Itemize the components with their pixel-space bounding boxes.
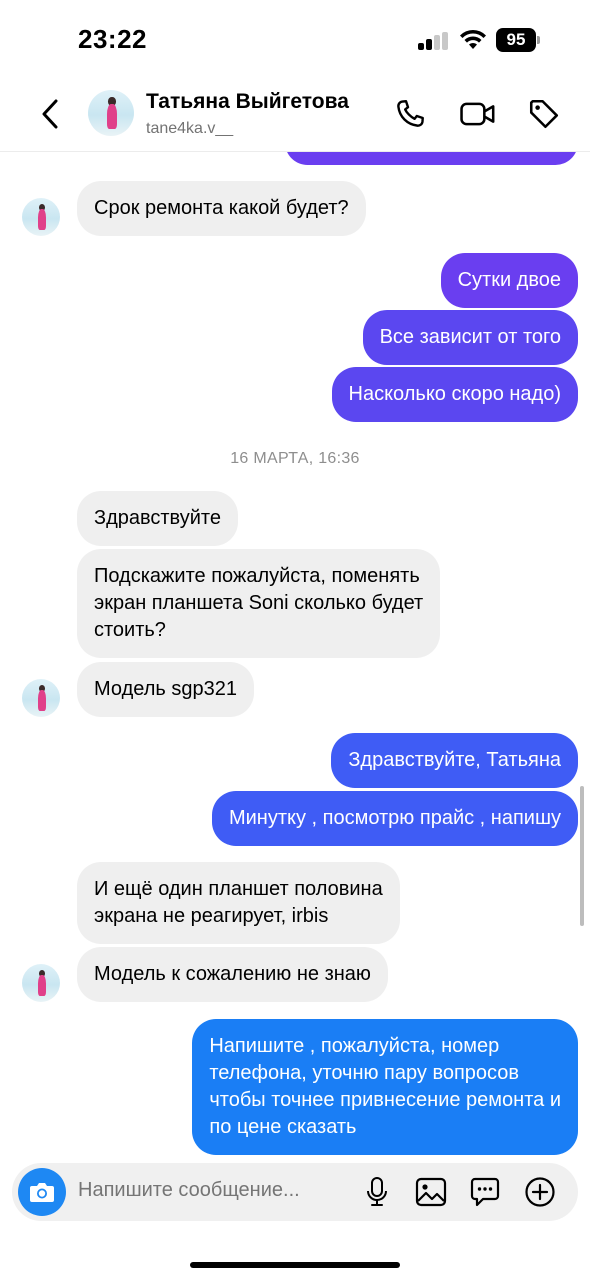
incoming-message[interactable]: Модель sgp321 — [77, 662, 254, 717]
incoming-message[interactable]: Здравствуйте — [77, 491, 238, 546]
contact-username[interactable]: tane4ka.v__ — [146, 120, 233, 138]
camera-icon[interactable] — [18, 1168, 66, 1216]
outgoing-message[interactable]: Насколько скоро надо) — [331, 367, 578, 422]
scrollbar[interactable] — [580, 786, 584, 926]
message-line: экран планшета Soni сколько будет — [94, 592, 424, 614]
plus-icon[interactable] — [523, 1175, 557, 1209]
message-line: Подскажите пожалуйста, поменять — [94, 565, 420, 587]
status-bar: 23:22 95 — [0, 0, 590, 80]
message-line: Напишите , пожалуйста, номер — [209, 1035, 500, 1057]
incoming-message[interactable]: Подскажите пожалуйста, поменять экран пл… — [77, 549, 441, 658]
contact-avatar[interactable] — [88, 90, 134, 136]
outgoing-message[interactable]: Сутки двое — [440, 253, 578, 308]
outgoing-message[interactable]: Все зависит от того — [362, 310, 578, 365]
phone-icon[interactable] — [390, 94, 430, 134]
contact-avatar-small — [22, 964, 60, 1002]
message-line: телефона, уточню пару вопросов — [209, 1062, 520, 1084]
outgoing-message[interactable]: Напишите , пожалуйста, номер телефона, у… — [192, 1019, 578, 1155]
tag-icon[interactable] — [524, 94, 564, 134]
incoming-message[interactable]: Срок ремонта какой будет? — [77, 181, 366, 236]
message-line: И ещё один планшет половина — [94, 878, 383, 900]
gallery-icon[interactable] — [414, 1175, 448, 1209]
outgoing-message[interactable]: Здравствуйте, Татьяна — [331, 733, 578, 788]
home-indicator[interactable] — [190, 1262, 400, 1268]
message-composer — [12, 1163, 578, 1221]
chat-header: Татьяна Выйгетова tane4ka.v__ — [0, 80, 590, 152]
sticker-icon[interactable] — [468, 1175, 502, 1209]
message-line: чтобы точнее привнесение ремонта и — [209, 1089, 561, 1111]
contact-avatar-small — [22, 679, 60, 717]
outgoing-message[interactable]: Минутку , посмотрю прайс , напишу — [211, 791, 578, 846]
incoming-message[interactable]: Модель к сожалению не знаю — [77, 947, 388, 1002]
contact-name[interactable]: Татьяна Выйгетова — [146, 90, 349, 114]
date-separator: 16 МАРТА, 16:36 — [230, 450, 360, 467]
battery-icon: 95 — [496, 28, 540, 52]
contact-avatar-small — [22, 198, 60, 236]
message-input[interactable] — [78, 1179, 348, 1202]
video-camera-icon[interactable] — [458, 94, 498, 134]
back-chevron-icon[interactable] — [30, 94, 70, 134]
cellular-signal-icon — [418, 32, 450, 50]
microphone-icon[interactable] — [360, 1175, 394, 1209]
battery-level: 95 — [496, 28, 536, 52]
message-line: экрана не реагирует, irbis — [94, 905, 329, 927]
message-line: стоить? — [94, 619, 166, 641]
wifi-icon — [458, 28, 488, 55]
incoming-message[interactable]: И ещё один планшет половина экрана не ре… — [77, 862, 400, 944]
status-time: 23:22 — [78, 24, 147, 54]
message-line: по цене сказать — [209, 1116, 357, 1138]
